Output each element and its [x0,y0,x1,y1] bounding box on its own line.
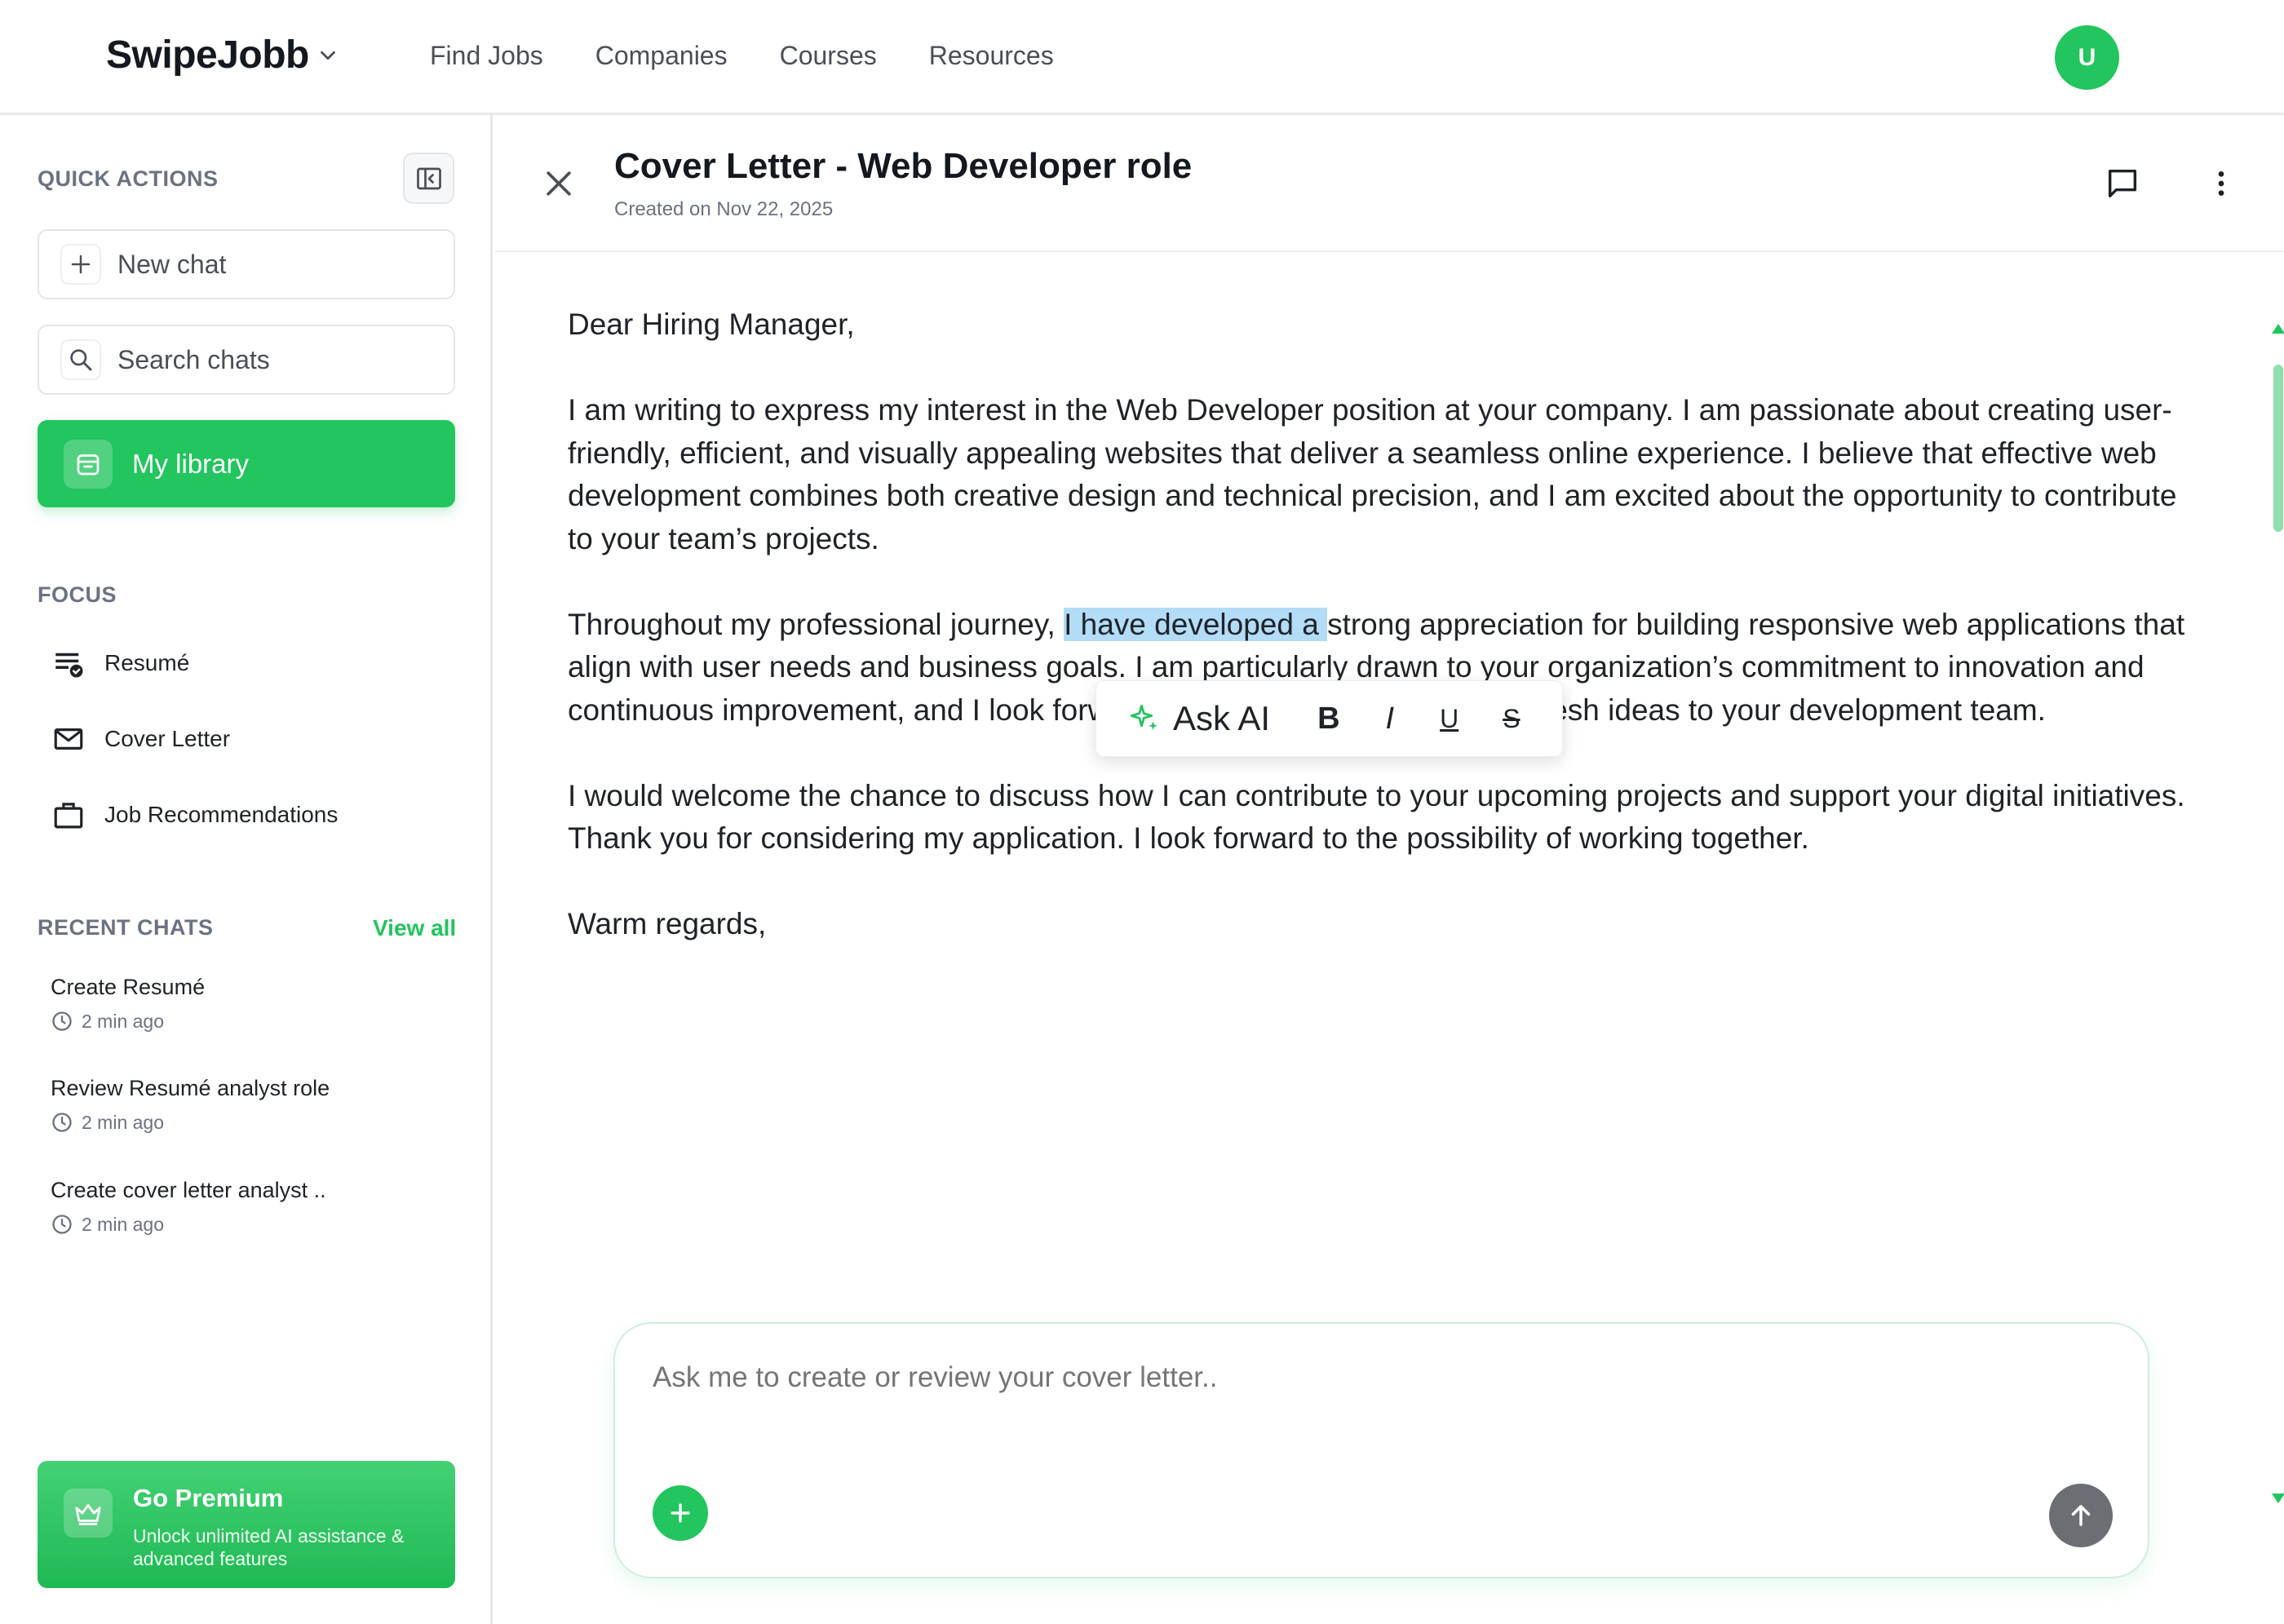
scroll-down-arrow[interactable] [2272,1493,2284,1503]
nav-courses[interactable]: Courses [780,41,877,71]
my-library-button[interactable]: My library [38,420,455,507]
crown-icon [64,1489,113,1538]
sidebar-collapse-icon [416,167,441,189]
focus-item-label: Resumé [104,650,190,675]
new-chat-button[interactable]: New chat [38,229,455,299]
strikethrough-button[interactable]: S [1503,704,1520,734]
nav-companies[interactable]: Companies [595,41,728,71]
comments-button[interactable] [2100,161,2145,206]
italic-button[interactable]: I [1386,701,1395,737]
document-title: Cover Letter - Web Developer role [614,146,1193,186]
collapse-sidebar-button[interactable] [403,153,454,204]
text-format-toolbar: Ask AI B I U S [1096,680,1563,757]
underline-button[interactable]: U [1440,704,1458,734]
top-navigation: SwipeJobb Find Jobs Companies Courses Re… [0,0,2284,115]
focus-item-resume[interactable]: Resumé [51,645,189,681]
premium-subtitle: Unlock unlimited AI assistance & advance… [133,1525,405,1569]
new-chat-label: New chat [117,249,227,279]
bold-button[interactable]: B [1317,701,1339,737]
more-options-button[interactable] [2198,161,2244,206]
selected-text: I have developed a [1064,607,1328,641]
document-panel: Cover Letter - Web Developer role Create… [495,115,2284,1624]
briefcase-icon [51,797,86,833]
ask-ai-button[interactable]: Ask AI [1127,699,1270,738]
nav-find-jobs[interactable]: Find Jobs [430,41,543,71]
send-button[interactable] [2049,1484,2113,1547]
letter-greeting: Dear Hiring Manager, [568,308,855,341]
mail-icon [51,721,86,757]
plus-icon [60,244,101,285]
quick-actions-title: QUICK ACTIONS [38,166,219,191]
recent-chat-item[interactable]: Create cover letter analyst .. 2 min ago [51,1178,442,1236]
letter-closing: Warm regards, [568,907,767,940]
user-avatar[interactable]: U [2055,25,2119,90]
main-nav: Find Jobs Companies Courses Resources [430,41,1054,71]
plus-icon [671,1503,690,1523]
view-all-link[interactable]: View all [373,915,456,941]
brand-switcher[interactable]: SwipeJobb [106,33,340,77]
clock-icon [52,1215,72,1234]
chat-composer [613,1322,2149,1578]
focus-item-job-recommendations[interactable]: Job Recommendations [51,797,338,833]
resume-icon [51,645,86,681]
arrow-up-icon [2071,1505,2091,1526]
nav-resources[interactable]: Resources [929,41,1054,71]
go-premium-card[interactable]: Go Premium Unlock unlimited AI assistanc… [38,1461,455,1588]
ask-ai-label: Ask AI [1173,699,1271,737]
recent-chats-title: RECENT CHATS [38,915,214,940]
sidebar: QUICK ACTIONS New chat Search chats My l… [0,115,493,1624]
recent-chat-title: Review Resumé analyst role [51,1076,330,1100]
search-icon [60,339,101,380]
close-document-button[interactable] [536,161,582,206]
scroll-up-arrow[interactable] [2272,324,2284,334]
focus-item-cover-letter[interactable]: Cover Letter [51,721,230,757]
document-content[interactable]: Dear Hiring Manager, I am writing to exp… [568,303,2191,989]
paragraph-text: Throughout my professional journey, [568,607,1065,641]
sparkle-icon [1130,704,1157,730]
comment-icon [2108,169,2137,198]
my-library-label: My library [132,448,250,479]
document-created-date: Created on Nov 22, 2025 [614,198,834,220]
scrollbar-thumb[interactable] [2273,365,2283,532]
recent-chat-item[interactable]: Review Resumé analyst role 2 min ago [51,1076,442,1134]
focus-item-label: Cover Letter [104,726,231,751]
recent-chat-time: 2 min ago [82,1213,165,1235]
composer-input[interactable] [653,1361,2105,1394]
library-icon [64,439,113,489]
recent-chat-title: Create Resumé [51,975,206,999]
clock-icon [52,1011,72,1031]
recent-chat-item[interactable]: Create Resumé 2 min ago [51,975,442,1033]
letter-paragraph-3: I would welcome the chance to discuss ho… [568,778,2185,856]
recent-chat-time: 2 min ago [82,1111,165,1133]
letter-paragraph-1: I am writing to express my interest in t… [568,393,2177,555]
search-chats-input[interactable]: Search chats [38,325,455,395]
search-chats-placeholder: Search chats [117,344,270,374]
recent-chat-title: Create cover letter analyst .. [51,1178,326,1202]
more-vertical-icon [2218,171,2224,196]
premium-title: Go Premium [133,1484,284,1512]
recent-chat-time: 2 min ago [82,1010,165,1032]
clock-icon [52,1113,72,1132]
brand-name: SwipeJobb [106,33,309,77]
focus-item-label: Job Recommendations [104,802,339,827]
focus-title: FOCUS [38,582,117,607]
attach-button[interactable] [653,1485,708,1541]
chevron-down-icon [316,43,340,68]
close-icon [547,171,571,196]
document-header: Cover Letter - Web Developer role Create… [495,115,2284,252]
